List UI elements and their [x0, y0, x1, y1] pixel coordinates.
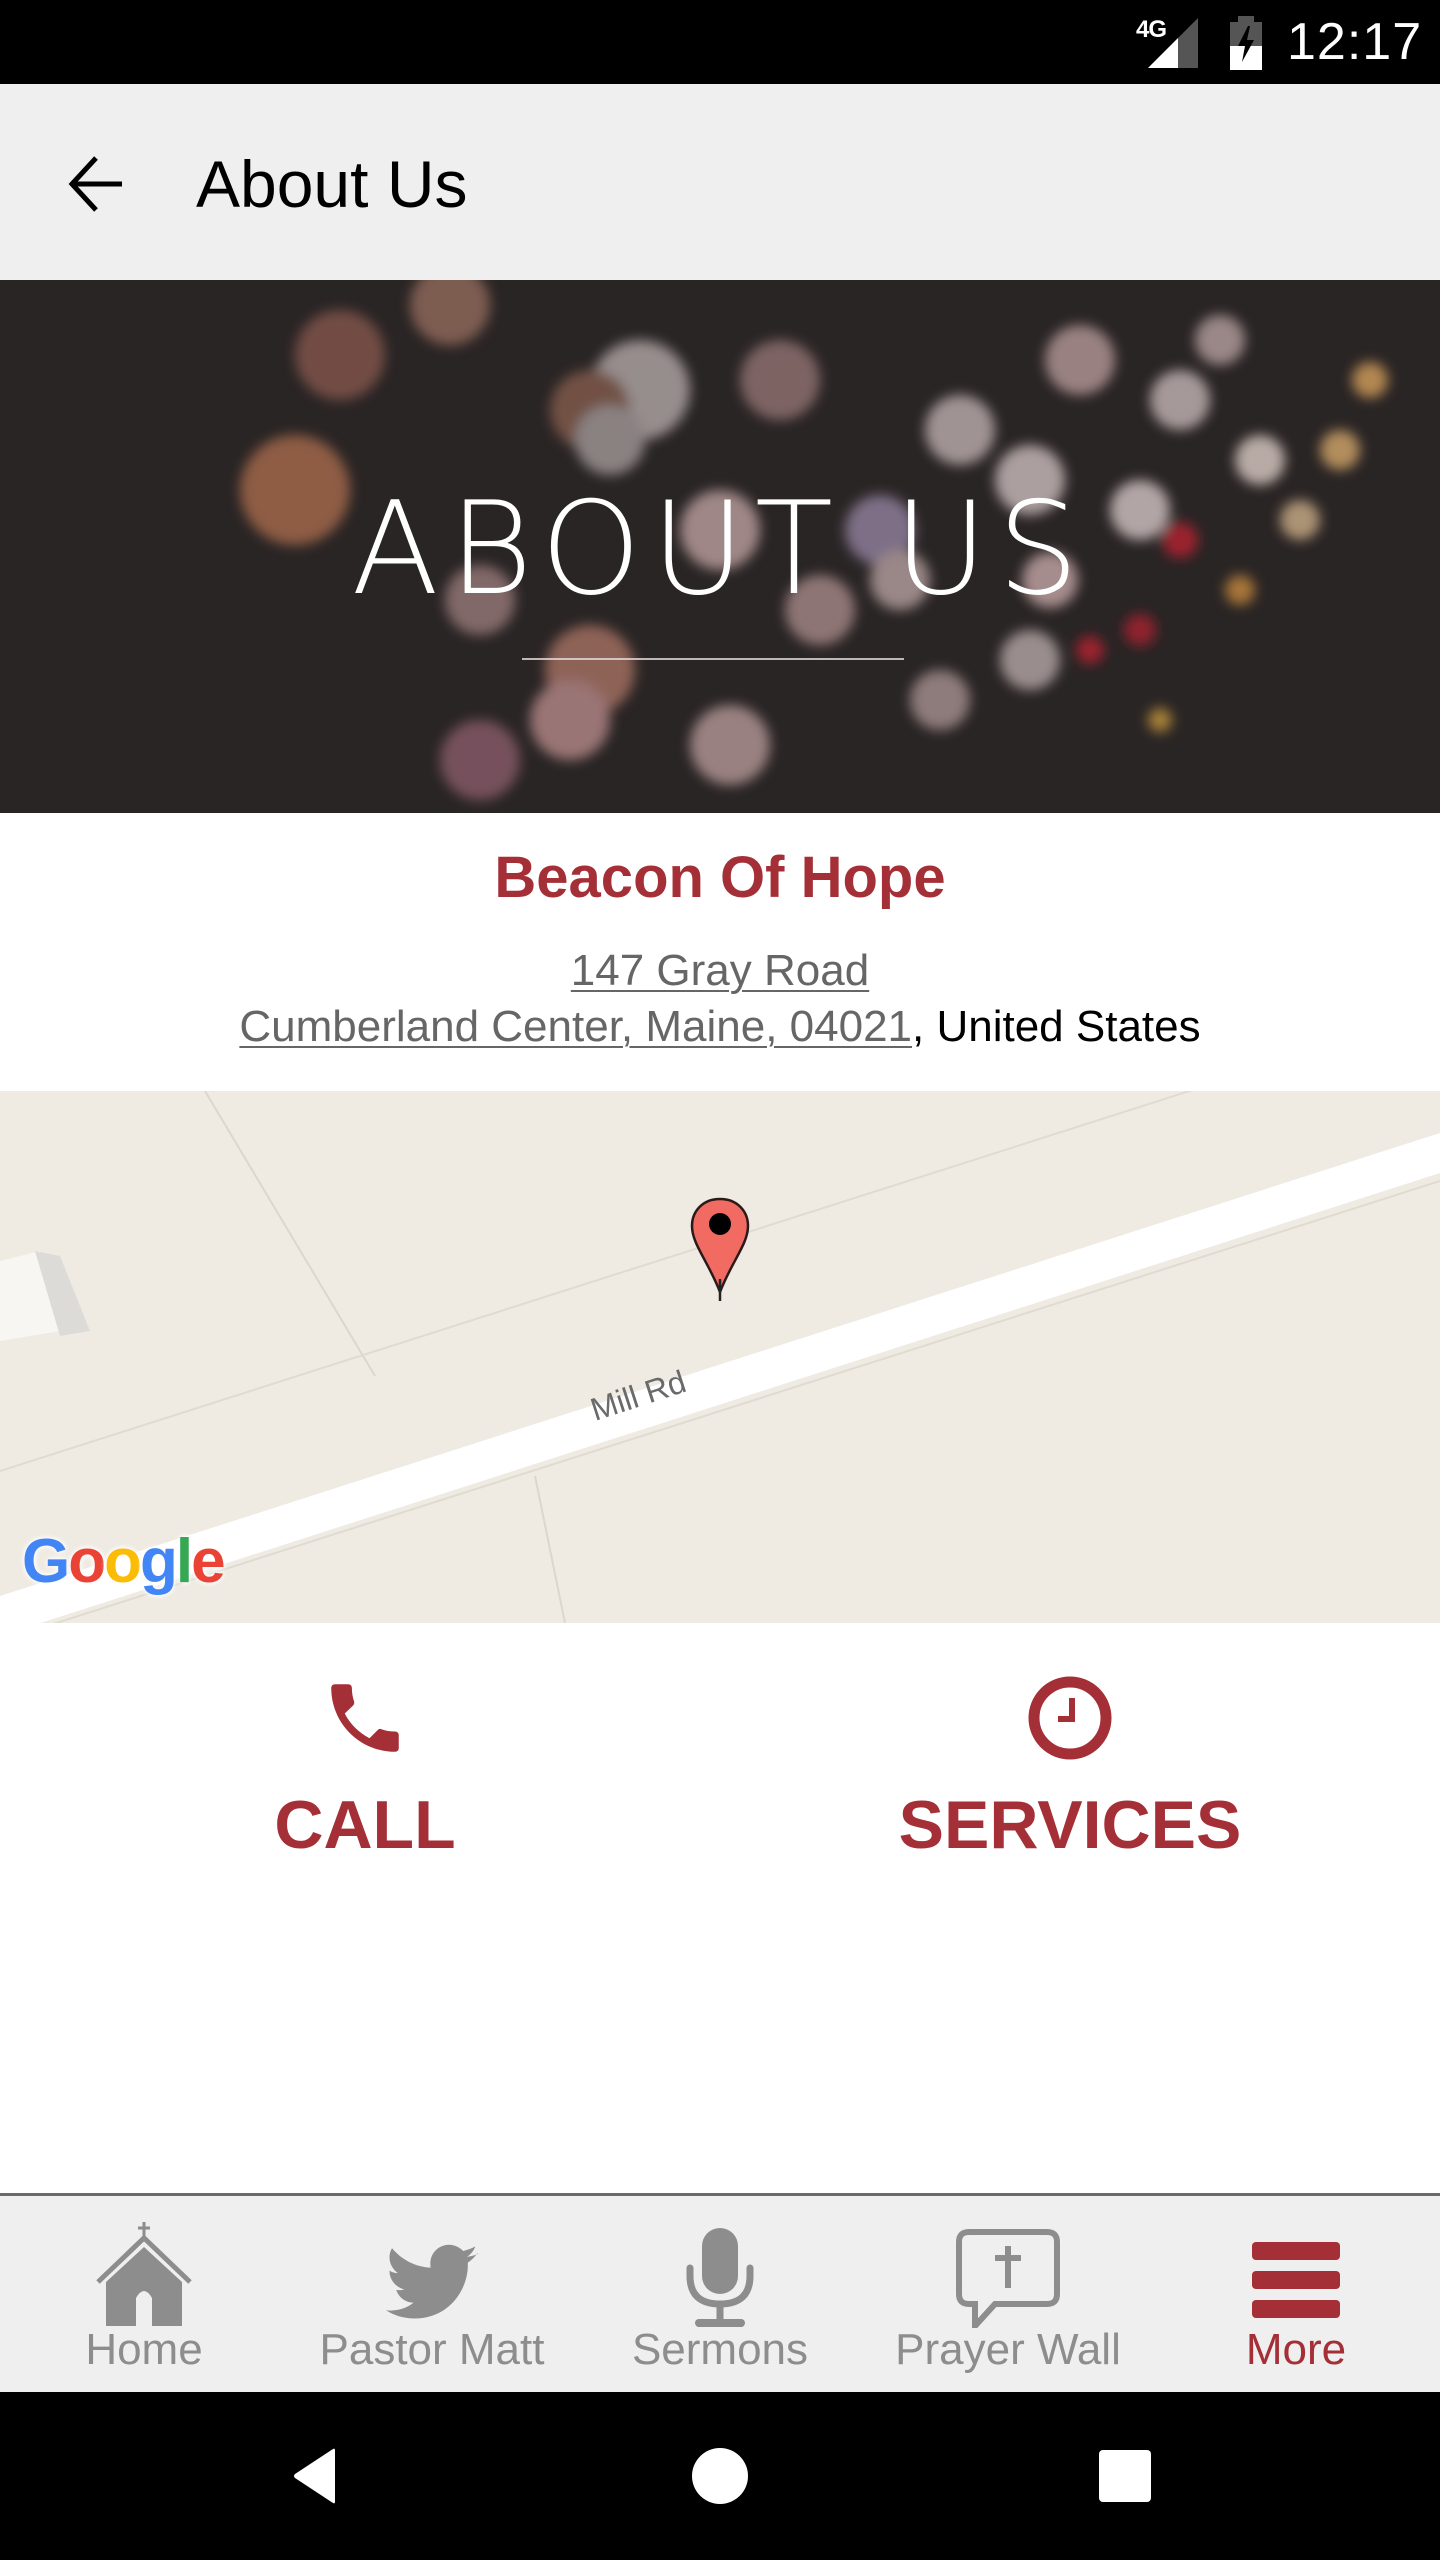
tab-more-label: More [1245, 2325, 1347, 2374]
back-button[interactable] [56, 144, 136, 224]
tab-prayer-wall-label: Prayer Wall [895, 2325, 1121, 2374]
twitter-bird-icon [385, 2244, 478, 2319]
tab-home[interactable]: Home [0, 2196, 288, 2392]
battery-charging-icon [1230, 16, 1262, 70]
status-bar: 4G 12:17 [0, 0, 1440, 84]
address-line1: 147 Gray Road [0, 943, 1440, 999]
hero-divider [522, 658, 904, 660]
home-circle-icon [692, 2448, 748, 2504]
church-info: Beacon Of Hope 147 Gray Road Cumberland … [0, 813, 1440, 1091]
phone-icon [331, 1684, 399, 1752]
tab-pastor-matt-label: Pastor Matt [319, 2325, 545, 2374]
call-label: CALL [274, 1787, 456, 1863]
recents-square-icon [1099, 2450, 1151, 2502]
actions-section: CALL SERVICES [0, 1623, 1440, 2193]
back-triangle-icon [294, 2448, 335, 2504]
address-street-link[interactable]: 147 Gray Road [571, 946, 869, 995]
nav-home-button[interactable] [670, 2436, 770, 2516]
clock-icon [1028, 1676, 1112, 1760]
signal-icon [1148, 18, 1198, 68]
services-label: SERVICES [898, 1787, 1242, 1863]
nav-recents-button[interactable] [1075, 2436, 1175, 2516]
church-name: Beacon Of Hope [494, 845, 946, 910]
church-icon [96, 2222, 192, 2326]
microphone-icon [686, 2228, 754, 2327]
map-view[interactable]: Mill Rd Google [0, 1091, 1440, 1623]
menu-icon [1252, 2242, 1340, 2318]
prayer-bubble-icon [956, 2229, 1060, 2328]
tab-more[interactable]: More [1152, 2196, 1440, 2392]
google-attribution: Google [22, 1527, 226, 1596]
hero-banner: ABOUT US [0, 280, 1440, 813]
address-city-link[interactable]: Cumberland Center, Maine, 04021 [239, 1002, 912, 1051]
hero-title: ABOUT US [351, 475, 1089, 624]
tab-pastor-matt[interactable]: Pastor Matt [288, 2196, 576, 2392]
services-button[interactable]: SERVICES [880, 1673, 1260, 1865]
system-nav-bar [0, 2392, 1440, 2560]
bottom-tab-bar: Home Pastor Matt Sermons Prayer Wall Mor… [0, 2193, 1440, 2392]
page-title: About Us [196, 147, 468, 221]
tab-prayer-wall[interactable]: Prayer Wall [864, 2196, 1152, 2392]
tab-home-label: Home [85, 2325, 203, 2374]
arrow-back-icon [68, 156, 122, 212]
nav-back-button[interactable] [265, 2436, 365, 2516]
clock: 12:17 [1287, 13, 1423, 71]
tab-sermons[interactable]: Sermons [576, 2196, 864, 2392]
address-line2: Cumberland Center, Maine, 04021, United … [0, 999, 1440, 1055]
app-bar: About Us [0, 84, 1440, 280]
address-country: , United States [912, 1002, 1201, 1051]
call-button[interactable]: CALL [230, 1673, 500, 1865]
tab-sermons-label: Sermons [631, 2325, 809, 2374]
